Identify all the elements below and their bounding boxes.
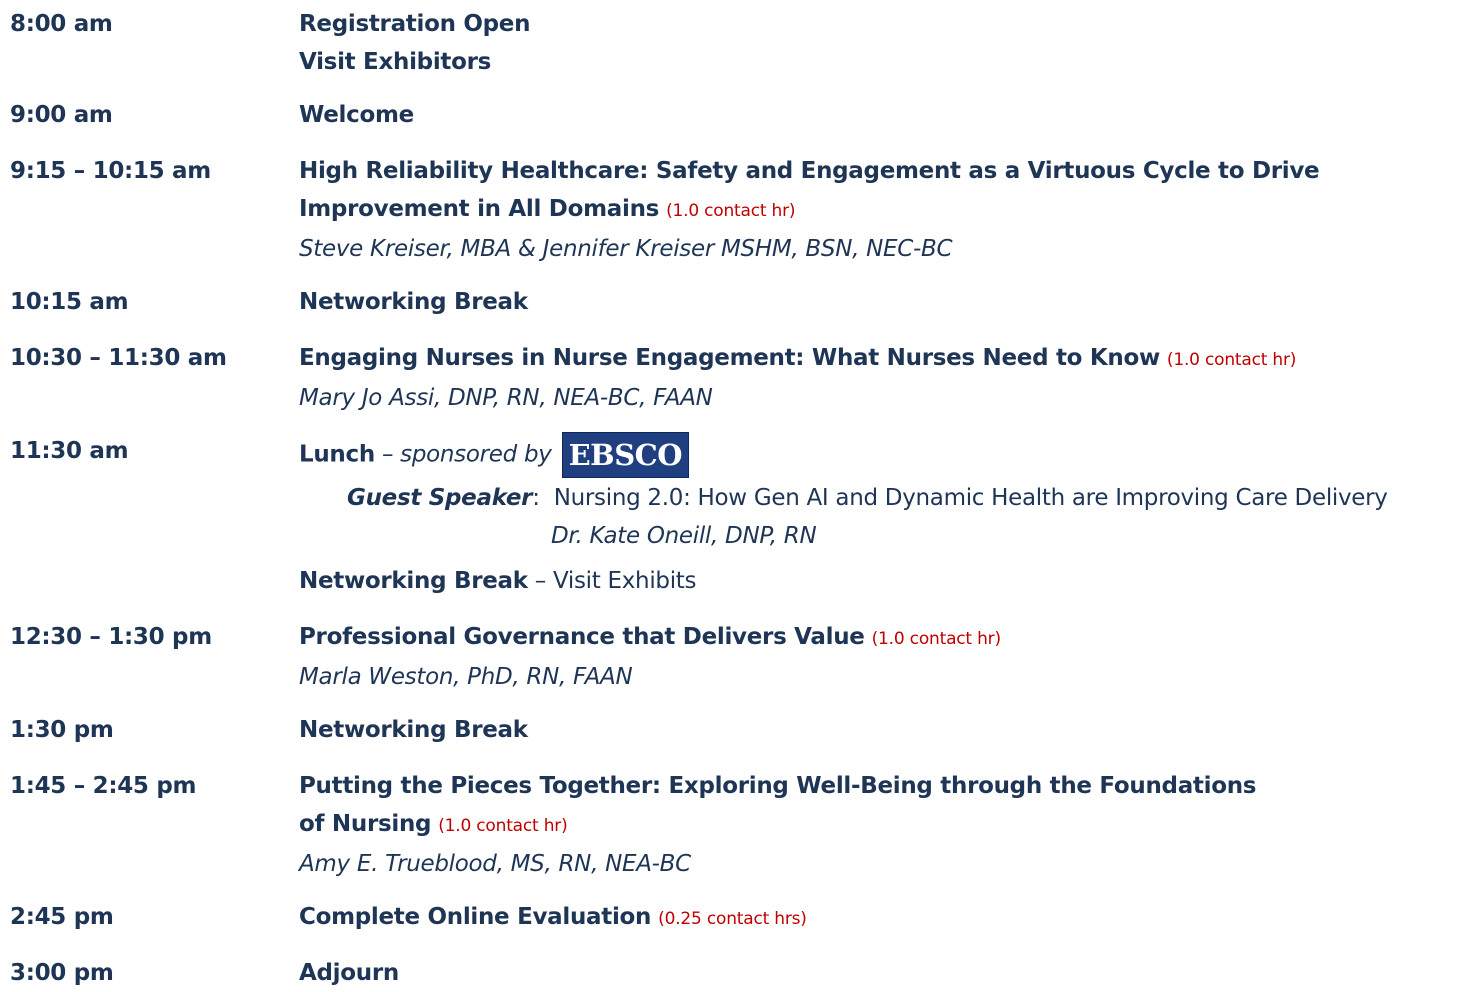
contact-hours: (1.0 contact hr) (666, 201, 796, 221)
guest-talk-line: Guest Speaker: Nursing 2.0: How Gen AI a… (347, 479, 1388, 517)
agenda-event: High Reliability Healthcare: Safety and … (299, 152, 1464, 268)
agenda-time: 1:45 – 2:45 pm (10, 773, 197, 799)
agenda-title: Improvement in All Domains (299, 196, 660, 222)
guest-speaker-label: Guest Speaker (347, 485, 533, 511)
agenda-title: of Nursing (299, 811, 432, 837)
agenda-title: Registration Open (299, 11, 531, 37)
agenda-title: Engaging Nurses in Nurse Engagement: Wha… (299, 345, 1160, 371)
agenda-event: Adjourn (299, 954, 1464, 992)
agenda-time: 11:30 am (10, 438, 129, 464)
guest-speaker-colon: : (532, 485, 540, 511)
agenda-event: Registration Open Visit Exhibitors (299, 5, 1464, 81)
agenda-time: 12:30 – 1:30 pm (10, 624, 212, 650)
agenda-title: Networking Break (299, 289, 528, 315)
agenda-title: Networking Break (299, 568, 528, 594)
agenda-event: Welcome (299, 96, 1464, 134)
agenda-time: 1:30 pm (10, 717, 114, 743)
agenda-title: Visit Exhibitors (299, 49, 492, 75)
agenda-event: Networking Break – Visit Exhibits (299, 562, 1464, 600)
guest-speaker-name: Dr. Kate Oneill, DNP, RN (551, 523, 817, 549)
agenda-title: Adjourn (299, 960, 399, 986)
agenda-title: Welcome (299, 102, 414, 128)
agenda-title: Networking Break (299, 717, 528, 743)
agenda-title: Professional Governance that Delivers Va… (299, 624, 865, 650)
agenda-speaker: Amy E. Trueblood, MS, RN, NEA-BC (299, 851, 691, 877)
contact-hours: (1.0 contact hr) (871, 629, 1001, 649)
sponsor-text: – sponsored by (381, 441, 552, 468)
agenda-title: Lunch (299, 441, 375, 468)
agenda-event: Complete Online Evaluation (0.25 contact… (299, 898, 1464, 938)
agenda-event: Lunch – sponsored by EBSCO (299, 432, 1464, 478)
contact-hours: (0.25 contact hrs) (658, 909, 807, 929)
agenda-time: 9:15 – 10:15 am (10, 158, 211, 184)
agenda-event: Putting the Pieces Together: Exploring W… (299, 767, 1464, 883)
agenda-title: High Reliability Healthcare: Safety and … (299, 158, 1320, 184)
agenda-time: 10:30 – 11:30 am (10, 345, 227, 371)
agenda-time: 3:00 pm (10, 960, 114, 986)
guest-talk-title: Nursing 2.0: How Gen AI and Dynamic Heal… (553, 485, 1388, 511)
break-detail: – Visit Exhibits (534, 568, 697, 594)
agenda-time: 2:45 pm (10, 904, 114, 930)
contact-hours: (1.0 contact hr) (1166, 350, 1297, 370)
agenda-time: 8:00 am (10, 11, 113, 37)
agenda-event: Networking Break (299, 283, 1464, 321)
contact-hours: (1.0 contact hr) (438, 816, 568, 836)
agenda-speaker: Steve Kreiser, MBA & Jennifer Kreiser MS… (299, 236, 953, 262)
agenda-event: Networking Break (299, 711, 1464, 749)
agenda-time: 10:15 am (10, 289, 129, 315)
agenda-title: Putting the Pieces Together: Exploring W… (299, 773, 1257, 799)
ebsco-logo: EBSCO (561, 432, 689, 478)
agenda-speaker: Mary Jo Assi, DNP, RN, NEA-BC, FAAN (299, 385, 713, 411)
agenda-speaker: Marla Weston, PhD, RN, FAAN (299, 664, 633, 690)
agenda-event: Engaging Nurses in Nurse Engagement: Wha… (299, 339, 1464, 417)
agenda-time: 9:00 am (10, 102, 113, 128)
agenda-event: Professional Governance that Delivers Va… (299, 618, 1464, 696)
agenda-title: Complete Online Evaluation (299, 904, 652, 930)
